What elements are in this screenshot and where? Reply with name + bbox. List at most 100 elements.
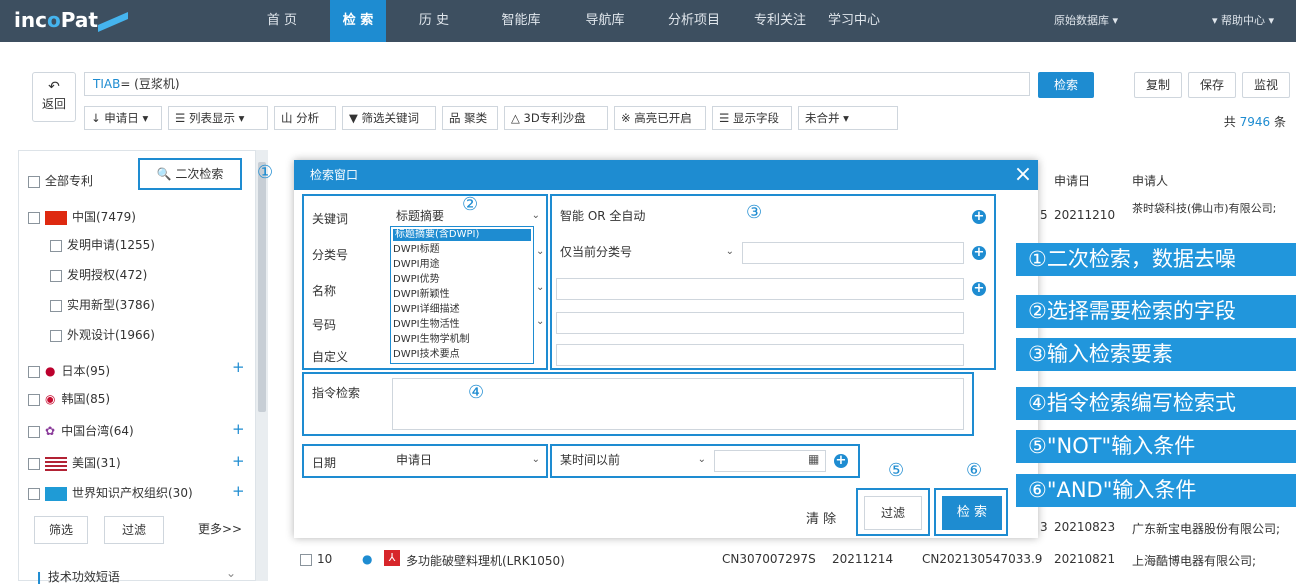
- label-command: 指令检索: [312, 386, 361, 400]
- analysis-button[interactable]: 山 分析: [274, 106, 336, 130]
- sidebar-scrollbar[interactable]: [256, 150, 268, 581]
- callout-5: ⑤"NOT"输入条件: [1016, 430, 1296, 463]
- dropdown-option[interactable]: DWPI优势: [393, 274, 440, 286]
- nav-history[interactable]: 历 史: [414, 0, 454, 42]
- dropdown-option[interactable]: DWPI标题: [393, 244, 440, 256]
- table-row[interactable]: 10: [300, 552, 332, 566]
- marker-3: ③: [746, 202, 763, 223]
- sidebar-exclude-button[interactable]: 过滤: [104, 516, 164, 544]
- nav-patent-watch[interactable]: 专利关注: [748, 0, 812, 42]
- country-tw[interactable]: ✿ 中国台湾(64): [28, 422, 134, 439]
- label-classification: 分类号: [312, 248, 349, 262]
- nav-smart-library[interactable]: 智能库: [496, 0, 546, 42]
- table-cell-date: 20211210: [1054, 208, 1116, 222]
- label-keyword: 关键词: [312, 212, 349, 226]
- chevron-down-icon: ⌄: [536, 246, 545, 257]
- number-input[interactable]: [556, 312, 964, 334]
- nav-search[interactable]: 检 索: [330, 0, 386, 42]
- custom-input[interactable]: [556, 344, 964, 366]
- not-filter-button[interactable]: 过滤: [864, 496, 922, 530]
- table-cell-applicant[interactable]: 上海酷博电器有限公司;: [1132, 552, 1256, 569]
- callout-1: ①二次检索，数据去噪: [1016, 243, 1296, 276]
- expand-jp-icon[interactable]: +: [232, 358, 245, 376]
- field-dropdown-list[interactable]: 标题摘要(含DWPI) DWPI标题 DWPI用途 DWPI优势 DWPI新颖性…: [390, 226, 534, 364]
- type-design[interactable]: 外观设计(1966): [50, 326, 155, 343]
- classification-input[interactable]: [742, 242, 964, 264]
- country-cn[interactable]: 中国(7479): [28, 208, 136, 225]
- status-dot-icon: ●: [362, 552, 373, 566]
- table-cell-appno[interactable]: CN202130547033.9: [922, 552, 1042, 566]
- dropdown-option[interactable]: DWPI生物学机制: [393, 334, 470, 346]
- close-icon[interactable]: ×: [1008, 160, 1038, 190]
- help-center-menu[interactable]: ▾ 帮助中心 ▾: [1212, 0, 1274, 42]
- cluster-button[interactable]: 品 聚类: [442, 106, 498, 130]
- expand-tw-icon[interactable]: +: [232, 420, 245, 438]
- dropdown-option[interactable]: DWPI新颖性: [393, 289, 450, 301]
- country-kr[interactable]: ◉ 韩国(85): [28, 390, 110, 407]
- country-wipo[interactable]: 世界知识产权组织(30): [28, 484, 193, 501]
- incopat-logo[interactable]: incoPat: [14, 8, 128, 32]
- back-button[interactable]: ↶ 返回: [32, 72, 76, 122]
- search-button[interactable]: 检索: [1038, 72, 1094, 98]
- expand-us-icon[interactable]: +: [232, 452, 245, 470]
- country-us[interactable]: 美国(31): [28, 454, 121, 471]
- col-header-appdate[interactable]: 申请日: [1054, 172, 1090, 189]
- merge-select[interactable]: 未合并 ▾: [798, 106, 898, 130]
- database-select[interactable]: 原始数据库 ▾: [1054, 0, 1118, 42]
- nav-learning-center[interactable]: 学习中心: [822, 0, 886, 42]
- callout-2: ②选择需要检索的字段: [1016, 295, 1296, 328]
- calendar-icon[interactable]: ▦: [808, 452, 819, 466]
- taiwan-emblem-icon: ✿: [45, 424, 56, 438]
- 3d-sandbox-button[interactable]: △ 3D专利沙盘: [504, 106, 608, 130]
- highlight-button[interactable]: ※ 高亮已开启: [614, 106, 706, 130]
- name-input[interactable]: [556, 278, 964, 300]
- add-row-icon[interactable]: +: [834, 454, 848, 468]
- copy-button[interactable]: 复制: [1134, 72, 1182, 98]
- patent-title-link[interactable]: 多功能破壁料理机(LRK1050): [406, 552, 565, 569]
- add-row-icon[interactable]: +: [972, 246, 986, 260]
- korea-flag-icon: ◉: [45, 392, 56, 406]
- type-invention-grant[interactable]: 发明授权(472): [50, 266, 147, 283]
- marker-5: ⑤: [888, 460, 905, 481]
- classification-mode-select[interactable]: 仅当前分类号 ⌄: [554, 242, 738, 264]
- nav-analysis-project[interactable]: 分析项目: [662, 0, 726, 42]
- date-mode-select[interactable]: 某时间以前 ⌄: [554, 450, 710, 472]
- table-cell-pubno[interactable]: CN307007297S: [722, 552, 816, 566]
- more-link[interactable]: 更多>>: [198, 520, 242, 537]
- pdf-icon[interactable]: ⅄: [384, 550, 400, 566]
- tech-effect-section[interactable]: ❙ 技术功效短语: [34, 568, 120, 585]
- filter-keywords-button[interactable]: ▼ 筛选关键词: [342, 106, 436, 130]
- country-jp[interactable]: ● 日本(95): [28, 362, 110, 379]
- date-field-select[interactable]: 申请日 ⌄: [390, 450, 544, 472]
- chevron-down-icon: ⌄: [536, 282, 545, 293]
- dropdown-option[interactable]: DWPI用途: [393, 259, 440, 271]
- query-input[interactable]: TIAB= (豆浆机): [84, 72, 1030, 96]
- display-fields-button[interactable]: ☰ 显示字段: [712, 106, 792, 130]
- sidebar-filter-button[interactable]: 筛选: [34, 516, 88, 544]
- dropdown-option[interactable]: 标题摘要(含DWPI): [393, 229, 531, 241]
- nav-navigation-library[interactable]: 导航库: [580, 0, 630, 42]
- nav-home[interactable]: 首 页: [262, 0, 302, 42]
- save-button[interactable]: 保存: [1188, 72, 1236, 98]
- expand-wipo-icon[interactable]: +: [232, 482, 245, 500]
- clear-button[interactable]: 清 除: [806, 508, 836, 527]
- list-view-button[interactable]: ☰ 列表显示 ▾: [168, 106, 268, 130]
- sort-by-date-button[interactable]: ↓ 申请日 ▾: [84, 106, 162, 130]
- col-header-applicant[interactable]: 申请人: [1132, 172, 1168, 189]
- and-search-button[interactable]: 检 索: [942, 496, 1002, 530]
- section-chevron-down-icon[interactable]: ⌄: [226, 566, 236, 580]
- monitor-button[interactable]: 监视: [1242, 72, 1290, 98]
- dropdown-option[interactable]: DWPI详细描述: [393, 304, 460, 316]
- table-cell-applicant[interactable]: 茶时袋科技(佛山市)有限公司;: [1132, 202, 1282, 215]
- type-utility[interactable]: 实用新型(3786): [50, 296, 155, 313]
- add-row-icon[interactable]: +: [972, 210, 986, 224]
- all-patents-checkbox[interactable]: 全部专利: [28, 172, 93, 189]
- second-search-button[interactable]: 🔍 二次检索: [138, 158, 242, 190]
- type-invention-app[interactable]: 发明申请(1255): [50, 236, 155, 253]
- dropdown-option[interactable]: DWPI生物活性: [393, 319, 460, 331]
- dropdown-option[interactable]: DWPI技术要点: [393, 349, 460, 361]
- add-row-icon[interactable]: +: [972, 282, 986, 296]
- china-flag-icon: [45, 210, 67, 225]
- table-cell-applicant[interactable]: 广东新宝电器股份有限公司;: [1132, 520, 1280, 537]
- table-row-prefix: 3: [1040, 520, 1048, 534]
